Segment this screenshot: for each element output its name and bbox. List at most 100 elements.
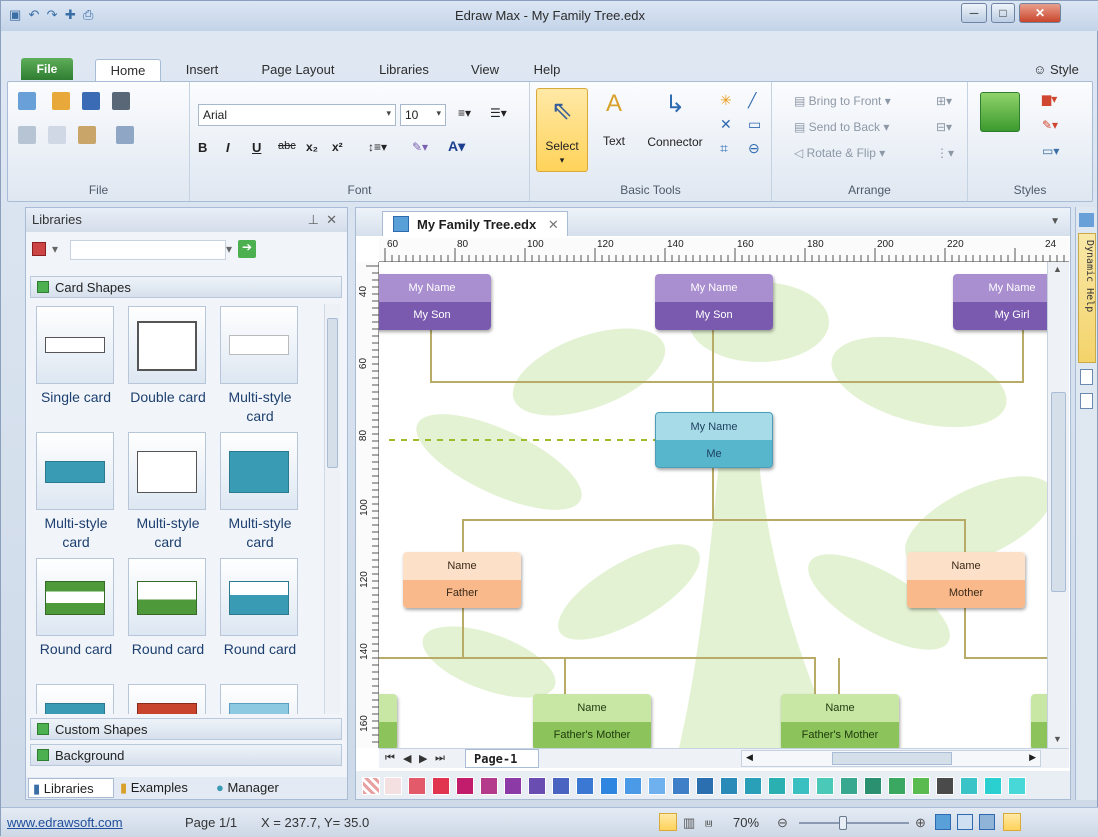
point-tool-icon[interactable]: ✳	[720, 92, 732, 109]
font-color-icon[interactable]: A▾	[448, 138, 465, 155]
tab-home[interactable]: Home	[95, 59, 161, 81]
bring-to-front-button[interactable]: ▤ Bring to Front ▾	[794, 94, 891, 108]
align-shapes-icon[interactable]: ⊞▾	[936, 94, 952, 108]
group-shapes-icon[interactable]: ⋮▾	[936, 146, 954, 160]
person-card[interactable]: My Name My Son	[655, 274, 773, 330]
page-icon[interactable]	[1080, 369, 1093, 385]
shape-thumbnail[interactable]	[36, 684, 114, 714]
prev-page-icon[interactable]: ◀	[403, 752, 411, 765]
scroll-down-icon[interactable]: ▼	[1053, 734, 1062, 744]
color-swatch[interactable]	[840, 777, 858, 795]
normal-view-icon[interactable]	[659, 813, 677, 831]
bold-button[interactable]: B	[198, 140, 207, 155]
scrollbar-thumb[interactable]	[327, 318, 338, 468]
person-card-partial[interactable]	[379, 694, 397, 748]
color-swatch[interactable]	[864, 777, 882, 795]
strikethrough-button[interactable]: abc	[278, 140, 296, 152]
shape-thumbnail[interactable]	[220, 558, 298, 636]
website-link[interactable]: www.edrawsoft.com	[7, 815, 123, 830]
next-page-icon[interactable]: ▶	[419, 752, 427, 765]
person-card[interactable]: Name Father	[403, 552, 521, 608]
color-swatch[interactable]	[624, 777, 642, 795]
tab-insert[interactable]: Insert	[177, 59, 227, 81]
color-swatch[interactable]	[672, 777, 690, 795]
close-panel-icon[interactable]: ✕	[326, 212, 337, 228]
color-swatch[interactable]	[912, 777, 930, 795]
select-tool-button[interactable]: ⇖ Select ▾	[536, 88, 588, 172]
line-tool-icon[interactable]: ╱	[748, 92, 756, 109]
person-card[interactable]: My Name My Girl	[953, 274, 1047, 330]
filter-icon[interactable]: ⩏	[705, 815, 712, 831]
full-screen-icon[interactable]	[979, 814, 995, 830]
page-tab[interactable]: Page-1	[465, 749, 539, 768]
fit-page-icon[interactable]	[935, 814, 951, 830]
color-swatch[interactable]	[384, 777, 402, 795]
line-color-icon[interactable]: ✎▾	[1042, 118, 1058, 132]
scroll-left-icon[interactable]: ◀	[746, 752, 753, 763]
tab-manager[interactable]: ● Manager	[216, 780, 279, 795]
drawing-canvas[interactable]: My Name My Son My Name My Son My Name My…	[379, 262, 1047, 748]
scrollbar-thumb[interactable]	[832, 752, 952, 765]
color-swatch[interactable]	[480, 777, 498, 795]
new-file-icon[interactable]	[18, 92, 36, 110]
last-page-icon[interactable]: ⏭	[435, 752, 445, 765]
color-swatch[interactable]	[456, 777, 474, 795]
dynamic-help-tab[interactable]: Dynamic Help	[1078, 233, 1096, 363]
shape-thumbnail[interactable]	[36, 306, 114, 384]
subscript-button[interactable]: x₂	[306, 140, 318, 154]
shape-thumbnail[interactable]	[220, 432, 298, 510]
color-swatch[interactable]	[768, 777, 786, 795]
scroll-right-icon[interactable]: ▶	[1029, 752, 1036, 763]
color-swatch[interactable]	[792, 777, 810, 795]
cut-icon[interactable]	[18, 126, 36, 144]
style-gallery-icon[interactable]	[980, 92, 1020, 132]
close-tab-icon[interactable]: ✕	[548, 217, 559, 232]
library-search-input[interactable]	[70, 240, 226, 260]
color-swatch[interactable]	[984, 777, 1002, 795]
color-swatch[interactable]	[408, 777, 426, 795]
color-swatch[interactable]	[816, 777, 834, 795]
maximize-button[interactable]: □	[991, 3, 1015, 23]
scrollbar-thumb[interactable]	[1051, 392, 1066, 592]
color-swatch[interactable]	[600, 777, 618, 795]
shape-thumbnail[interactable]	[128, 306, 206, 384]
color-swatch[interactable]	[960, 777, 978, 795]
close-button[interactable]: ✕	[1019, 3, 1061, 23]
text-tool-button[interactable]: A Text	[594, 90, 634, 174]
scroll-up-icon[interactable]: ▲	[1053, 264, 1062, 274]
tab-page-layout[interactable]: Page Layout	[251, 59, 345, 81]
person-card[interactable]: My Name Me	[655, 412, 773, 468]
fill-color-icon[interactable]: ▆▾	[1042, 92, 1057, 106]
crop-tool-icon[interactable]: ⌗	[720, 140, 728, 157]
color-swatch[interactable]	[648, 777, 666, 795]
chevron-down-icon[interactable]: ▾	[226, 242, 232, 256]
zoom-slider-handle[interactable]	[839, 816, 847, 830]
delete-point-icon[interactable]: ✕	[720, 116, 732, 133]
pin-icon[interactable]: ⊥	[308, 212, 319, 228]
shape-thumbnail[interactable]	[36, 558, 114, 636]
color-swatch[interactable]	[720, 777, 738, 795]
zoom-out-icon[interactable]: ⊖	[777, 815, 788, 831]
tab-libraries[interactable]: Libraries	[369, 59, 439, 81]
tab-examples[interactable]: ▮ Examples	[120, 780, 188, 796]
chevron-down-icon[interactable]: ▾	[52, 242, 58, 256]
shape-thumbnail[interactable]	[220, 306, 298, 384]
chevron-down-icon[interactable]: ▼	[1050, 216, 1060, 227]
category-background[interactable]: Background	[30, 744, 342, 766]
first-page-icon[interactable]: ⏮	[385, 752, 395, 765]
zoom-slider[interactable]	[799, 822, 909, 824]
line-spacing-icon[interactable]: ↕≡▾	[368, 140, 387, 154]
tab-file[interactable]: File	[21, 58, 73, 80]
align-icon[interactable]: ≡▾	[458, 106, 471, 120]
tab-view[interactable]: View	[463, 59, 507, 81]
split-view-icon[interactable]: ▥	[683, 815, 695, 831]
font-size-select[interactable]: 10 ▾	[400, 104, 446, 126]
save-file-icon[interactable]	[82, 92, 100, 110]
underline-button[interactable]: U	[252, 140, 261, 155]
presentation-icon[interactable]	[1003, 813, 1021, 831]
color-swatch[interactable]	[528, 777, 546, 795]
category-custom-shapes[interactable]: Custom Shapes	[30, 718, 342, 740]
shape-thumbnail[interactable]	[128, 558, 206, 636]
color-swatch[interactable]	[744, 777, 762, 795]
person-card[interactable]: Name Father's Mother	[781, 694, 899, 748]
